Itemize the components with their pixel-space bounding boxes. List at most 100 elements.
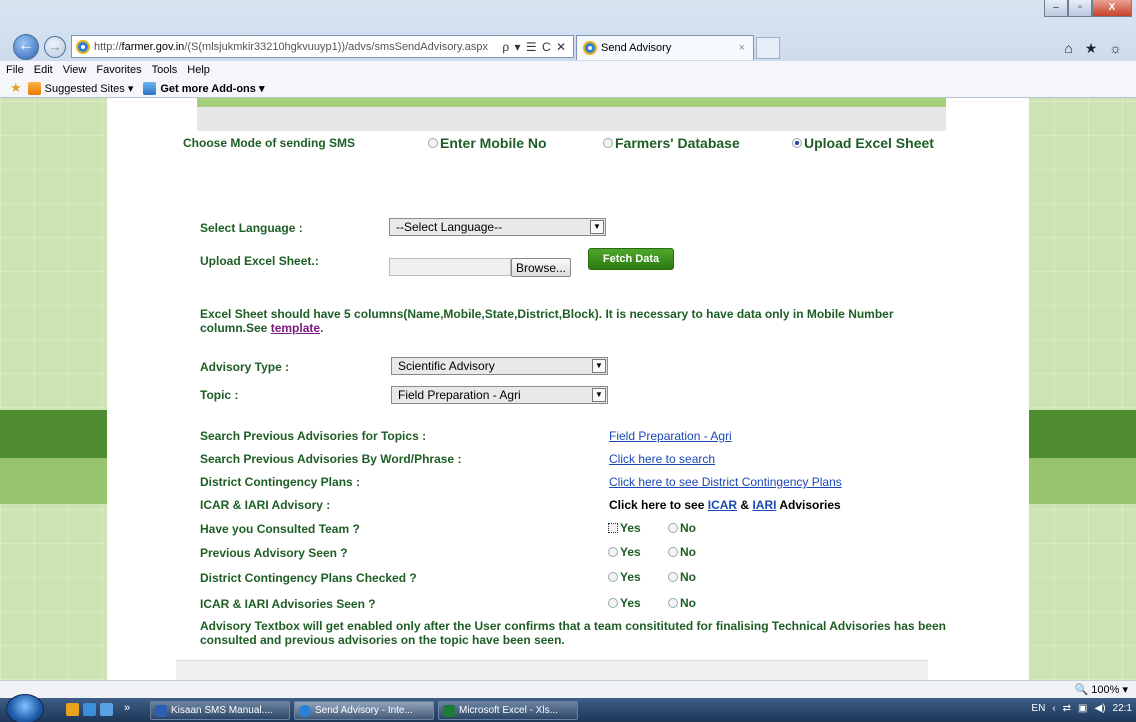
power-icon[interactable]: ▣ — [1078, 703, 1087, 714]
chevron-down-icon: ▾ — [1122, 684, 1128, 696]
quicklaunch-desktop-icon[interactable] — [100, 703, 113, 716]
q-previous-advisory-yes-radio[interactable] — [608, 547, 618, 557]
send-advisory-form: Choose Mode of sending SMS Enter Mobile … — [176, 98, 956, 680]
mode-farmers-db-radio[interactable] — [603, 138, 613, 148]
close-window-button[interactable]: X — [1092, 0, 1132, 17]
quicklaunch-explorer-icon[interactable] — [83, 703, 96, 716]
icar-amp: & — [740, 498, 750, 512]
clock[interactable]: 22:1 — [1113, 703, 1132, 714]
chevron-down-icon: ▼ — [592, 359, 606, 373]
forward-button[interactable]: → — [44, 36, 66, 58]
back-button[interactable]: ← — [13, 34, 39, 60]
yes-label: Yes — [620, 521, 641, 535]
overflow-chevron[interactable]: » — [124, 702, 130, 714]
start-button[interactable] — [6, 694, 44, 722]
new-tab-button[interactable] — [756, 37, 780, 59]
q-previous-advisory-no[interactable]: No — [668, 545, 696, 559]
menu-view[interactable]: View — [63, 64, 87, 76]
language-select[interactable]: --Select Language-- ▼ — [389, 218, 606, 236]
browser-chrome: – ▫ X ← → http://farmer.gov.in/(S(mlsjuk… — [0, 0, 1136, 98]
language-select-value: --Select Language-- — [396, 220, 503, 234]
q-icar-seen-no[interactable]: No — [668, 596, 696, 610]
get-addons-link[interactable]: Get more Add-ons ▾ — [160, 82, 264, 95]
menu-file[interactable]: File — [6, 64, 24, 76]
footer-grey-bar — [176, 660, 928, 680]
q-previous-advisory-label: Previous Advisory Seen ? — [200, 546, 348, 560]
advisory-type-label: Advisory Type : — [200, 360, 290, 374]
no-label: No — [680, 545, 696, 559]
ie-page-icon — [76, 39, 90, 54]
address-bar[interactable]: http://farmer.gov.in/(S(mlsjukmkir33210h… — [71, 35, 574, 58]
topic-label: Topic : — [200, 388, 239, 402]
mode-farmers-db-option[interactable]: Farmers' Database — [603, 135, 740, 151]
advisory-type-value: Scientific Advisory — [398, 359, 495, 373]
address-tools-icons[interactable]: ρ ▾ ☰ C ✕ — [496, 40, 573, 54]
mode-enter-mobile-radio[interactable] — [428, 138, 438, 148]
taskbar-item-excel[interactable]: Microsoft Excel - Xls... — [438, 701, 578, 720]
topic-value: Field Preparation - Agri — [398, 388, 521, 402]
search-topics-link[interactable]: Field Preparation - Agri — [609, 429, 732, 443]
excel-file-input[interactable] — [389, 258, 511, 276]
mode-upload-excel-option[interactable]: Upload Excel Sheet — [792, 135, 934, 151]
yes-label: Yes — [620, 570, 641, 584]
quicklaunch-chrome-icon[interactable] — [66, 703, 79, 716]
topic-select[interactable]: Field Preparation - Agri ▼ — [391, 386, 608, 404]
icar-prefix: Click here to see — [609, 498, 705, 512]
minimize-button[interactable]: – — [1044, 0, 1068, 17]
page-viewport: Choose Mode of sending SMS Enter Mobile … — [0, 98, 1136, 680]
icar-link[interactable]: ICAR — [708, 498, 737, 512]
q-contingency-checked-no-radio[interactable] — [668, 572, 678, 582]
menu-help[interactable]: Help — [187, 64, 210, 76]
zoom-control[interactable]: 🔍 100% ▾ — [1075, 683, 1129, 696]
no-label: No — [680, 570, 696, 584]
home-favorites-tools-icons[interactable]: ⌂ ★ ☼ — [1064, 40, 1126, 57]
browse-button[interactable]: Browse... — [511, 258, 571, 277]
ie-tab-icon — [583, 41, 597, 55]
menu-tools[interactable]: Tools — [152, 64, 178, 76]
favorites-bar: ★ Suggested Sites ▾ Get more Add-ons ▾ — [0, 79, 1136, 98]
favorites-star-icon[interactable]: ★ — [10, 80, 22, 96]
volume-icon[interactable]: ◀) — [1095, 703, 1106, 714]
maximize-button[interactable]: ▫ — [1068, 0, 1092, 17]
tab-close-icon[interactable]: × — [739, 42, 745, 54]
iari-link[interactable]: IARI — [752, 498, 776, 512]
address-prefix: http:// — [94, 40, 122, 53]
q-contingency-checked-no[interactable]: No — [668, 570, 696, 584]
fetch-data-button[interactable]: Fetch Data — [588, 248, 674, 270]
q-icar-seen-yes[interactable]: Yes — [608, 596, 641, 610]
mode-enter-mobile-label: Enter Mobile No — [440, 135, 547, 151]
q-contingency-checked-label: District Contingency Plans Checked ? — [200, 571, 417, 585]
network-icon[interactable]: ⇄ — [1063, 703, 1071, 714]
q-consulted-team-no-radio[interactable] — [668, 523, 678, 533]
tab-send-advisory[interactable]: Send Advisory × — [576, 35, 754, 60]
taskbar-item-word[interactable]: Kisaan SMS Manual.... — [150, 701, 290, 720]
q-consulted-team-yes[interactable]: Yes — [608, 521, 641, 535]
advisory-type-select[interactable]: Scientific Advisory ▼ — [391, 357, 608, 375]
window-controls: – ▫ X — [1044, 0, 1132, 17]
mode-enter-mobile-option[interactable]: Enter Mobile No — [428, 135, 547, 151]
q-consulted-team-yes-radio[interactable] — [608, 523, 618, 533]
word-icon — [155, 704, 167, 717]
suggested-sites-link[interactable]: Suggested Sites ▾ — [45, 82, 134, 95]
language-indicator[interactable]: EN — [1031, 703, 1045, 714]
taskbar-item-ie[interactable]: Send Advisory - Inte... — [294, 701, 434, 720]
search-phrase-link[interactable]: Click here to search — [609, 452, 715, 466]
menu-edit[interactable]: Edit — [34, 64, 53, 76]
q-consulted-team-no[interactable]: No — [668, 521, 696, 535]
q-contingency-checked-yes-radio[interactable] — [608, 572, 618, 582]
menu-favorites[interactable]: Favorites — [96, 64, 141, 76]
mode-upload-excel-radio[interactable] — [792, 138, 802, 148]
contingency-plans-link[interactable]: Click here to see District Contingency P… — [609, 475, 842, 489]
chevron-down-icon: ▼ — [590, 220, 604, 234]
status-bar: 🔍 100% ▾ — [0, 680, 1136, 698]
tray-expand-icon[interactable]: ‹ — [1052, 703, 1055, 714]
q-previous-advisory-no-radio[interactable] — [668, 547, 678, 557]
upload-label: Upload Excel Sheet.: — [200, 254, 319, 268]
q-contingency-checked-yes[interactable]: Yes — [608, 570, 641, 584]
q-icar-seen-yes-radio[interactable] — [608, 598, 618, 608]
navigation-bar: ← → http://farmer.gov.in/(S(mlsjukmkir33… — [0, 31, 1136, 61]
q-previous-advisory-yes[interactable]: Yes — [608, 545, 641, 559]
addons-icon — [143, 81, 157, 95]
template-link[interactable]: template — [271, 321, 320, 335]
q-icar-seen-no-radio[interactable] — [668, 598, 678, 608]
